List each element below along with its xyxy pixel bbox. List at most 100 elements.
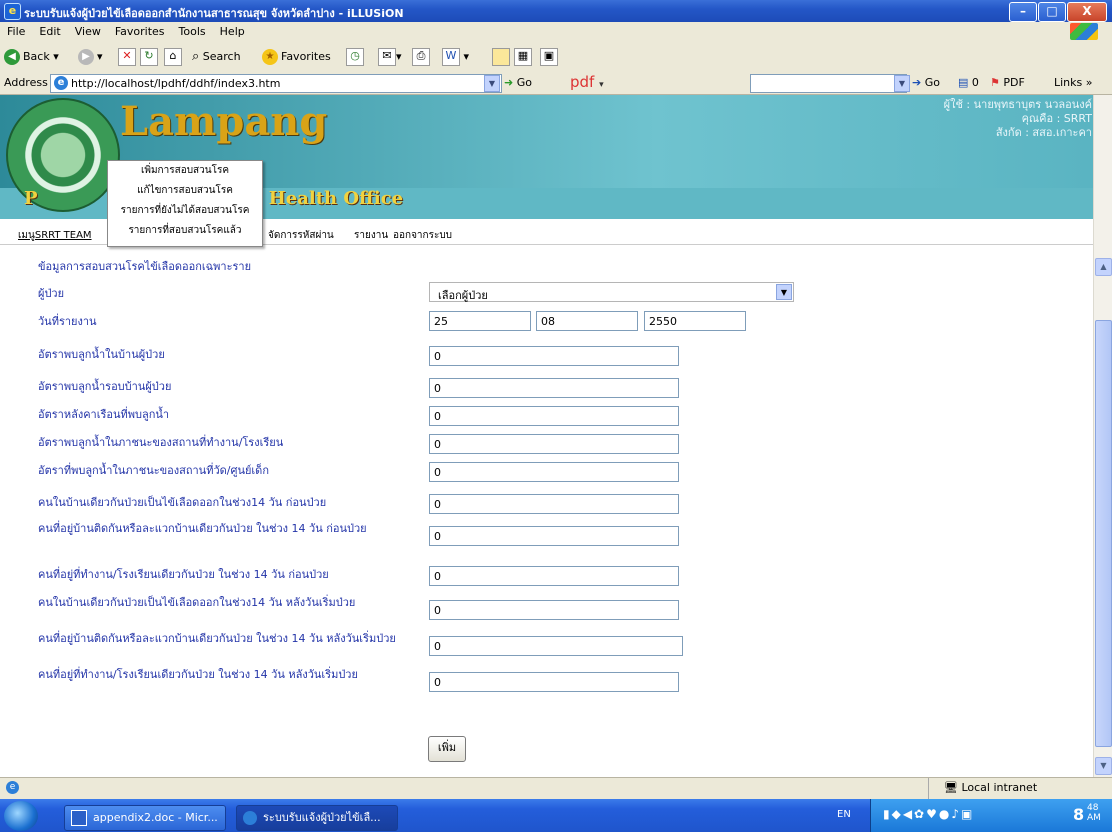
user-unit: สังกัด : สสอ.เกาะคา bbox=[995, 126, 1092, 139]
menu-done-list[interactable]: รายการที่สอบสวนโรคแล้ว bbox=[108, 221, 262, 241]
history-icon: ◷ bbox=[346, 48, 364, 66]
menu-edit[interactable]: Edit bbox=[32, 22, 67, 38]
history-button[interactable]: ◷ bbox=[346, 47, 364, 67]
print-button[interactable]: ⎙ bbox=[412, 47, 430, 67]
home-button[interactable]: ⌂ bbox=[164, 47, 182, 67]
nav-report[interactable]: รายงาน bbox=[354, 228, 388, 243]
address-bar: Address e http://localhost/lpdhf/ddhf/in… bbox=[0, 72, 1112, 95]
field-label: คนที่อยู่ที่ทำงาน/โรงเรียนเดียวกันป่วย ใ… bbox=[38, 668, 358, 681]
ie-icon: e bbox=[4, 3, 21, 20]
field-input[interactable]: 0 bbox=[429, 600, 679, 620]
field-input[interactable]: 0 bbox=[429, 566, 679, 586]
pdf-count[interactable]: ▤ 0 bbox=[958, 76, 979, 89]
field-input[interactable]: 0 bbox=[429, 378, 679, 398]
ie-task-icon bbox=[243, 811, 257, 825]
search-input[interactable] bbox=[750, 74, 907, 93]
nav-password[interactable]: จัดการรหัสผ่าน bbox=[268, 228, 334, 243]
patient-select[interactable]: เลือกผู้ป่วย ▼ bbox=[429, 282, 794, 302]
menu-favorites[interactable]: Favorites bbox=[108, 22, 172, 38]
links-button[interactable]: Links » bbox=[1054, 76, 1093, 89]
address-label: Address bbox=[4, 76, 48, 89]
tray-icons[interactable]: ▮◆◀✿♥●♪▣ bbox=[883, 807, 974, 821]
go-search-button[interactable]: ➔ Go bbox=[912, 76, 940, 89]
menu-tools[interactable]: Tools bbox=[172, 22, 213, 38]
research-icon: ▣ bbox=[540, 48, 558, 66]
start-button[interactable] bbox=[4, 801, 38, 831]
field-label: คนที่อยู่บ้านติดกันหรือละแวกบ้านเดียวกัน… bbox=[38, 522, 367, 535]
word-icon: W bbox=[442, 48, 460, 66]
title-bar[interactable]: e ระบบรับแจ้งผู้ป่วยไข้เลือดออกสำนักงานส… bbox=[0, 0, 1112, 22]
field-label: คนที่อยู่ที่ทำงาน/โรงเรียนเดียวกันป่วย ใ… bbox=[38, 568, 329, 581]
user-info: ผู้ใช้ : นายพุทธาบุตร นวลอนงค์ คุณคือ : … bbox=[944, 98, 1092, 140]
taskbar-item-ie[interactable]: ระบบรับแจ้งผู้ป่วยไข้เลื... bbox=[236, 805, 398, 831]
field-input[interactable]: 0 bbox=[429, 526, 679, 546]
address-input[interactable]: e http://localhost/lpdhf/ddhf/index3.htm bbox=[50, 74, 502, 93]
field-label: อัตราที่พบลูกน้ำในภาชนะของสถานที่วัด/ศูน… bbox=[38, 464, 269, 477]
form-heading: ข้อมูลการสอบสวนโรคไข้เลือดออกเฉพาะราย bbox=[38, 260, 252, 273]
back-button[interactable]: ◀ Back ▾ bbox=[4, 47, 59, 67]
banner-title: Lampang bbox=[120, 98, 328, 145]
scroll-down-icon[interactable]: ▼ bbox=[1095, 757, 1112, 775]
menu-view[interactable]: View bbox=[68, 22, 108, 38]
folder-icon bbox=[492, 48, 510, 66]
menu-add-investigation[interactable]: เพิ่มการสอบสวนโรค bbox=[108, 161, 262, 181]
report-date-label: วันที่รายงาน bbox=[38, 315, 97, 328]
minimize-button[interactable]: – bbox=[1009, 2, 1037, 22]
go-arrow-icon: ➜ bbox=[504, 76, 514, 89]
field-input[interactable]: 0 bbox=[429, 346, 679, 366]
refresh-icon: ↻ bbox=[140, 48, 158, 66]
edit-button[interactable]: W ▾ bbox=[442, 47, 469, 67]
field-input[interactable]: 0 bbox=[429, 636, 683, 656]
acrobat-icon: ⚑ bbox=[990, 76, 1000, 89]
pdf-dropdown[interactable]: pdf ▾ bbox=[570, 73, 604, 91]
forward-button[interactable]: ▶ ▾ bbox=[78, 47, 103, 67]
srrt-dropdown-menu: เพิ่มการสอบสวนโรค แก้ไขการสอบสวนโรค รายก… bbox=[107, 160, 263, 247]
windows-logo-icon bbox=[1070, 23, 1098, 40]
go-button[interactable]: ➜ Go bbox=[504, 76, 532, 89]
menu-file[interactable]: File bbox=[0, 22, 32, 38]
language-indicator[interactable]: EN bbox=[837, 809, 851, 820]
field-input[interactable]: 0 bbox=[429, 406, 679, 426]
menu-help[interactable]: Help bbox=[213, 22, 252, 38]
nav-menu-srrt[interactable]: เมนูSRRT TEAM bbox=[18, 228, 92, 243]
field-input[interactable]: 0 bbox=[429, 434, 679, 454]
taskbar-item-word[interactable]: appendix2.doc - Micr... bbox=[64, 805, 226, 831]
maximize-button[interactable]: □ bbox=[1038, 2, 1066, 22]
refresh-button[interactable]: ↻ bbox=[140, 47, 158, 67]
scroll-thumb[interactable] bbox=[1095, 320, 1112, 747]
mail-icon: ✉ bbox=[378, 48, 396, 66]
menu-pending-list[interactable]: รายการที่ยังไม่ได้สอบสวนโรค bbox=[108, 201, 262, 221]
back-arrow-icon: ◀ bbox=[4, 49, 20, 65]
research-button[interactable]: ▣ bbox=[540, 47, 558, 67]
date-year-input[interactable]: 2550 bbox=[644, 311, 746, 331]
pdf-button[interactable]: ⚑ PDF bbox=[990, 76, 1025, 89]
add-button[interactable]: เพิ่ม bbox=[428, 736, 466, 762]
date-day-input[interactable]: 25 bbox=[429, 311, 531, 331]
messenger-button[interactable]: ▦ bbox=[514, 47, 532, 67]
window-title: ระบบรับแจ้งผู้ป่วยไข้เลือดออกสำนักงานสาธ… bbox=[24, 7, 404, 20]
user-role: คุณคือ : SRRT bbox=[1021, 112, 1092, 125]
clock-minutes: 48 AM bbox=[1087, 803, 1101, 823]
favorites-button[interactable]: ★ Favorites bbox=[262, 47, 331, 67]
date-month-input[interactable]: 08 bbox=[536, 311, 638, 331]
search-button[interactable]: ⌕ Search bbox=[192, 47, 241, 67]
close-button[interactable]: X bbox=[1067, 2, 1107, 22]
search-icon: ⌕ bbox=[192, 49, 200, 64]
field-input[interactable]: 0 bbox=[429, 672, 679, 692]
field-input[interactable]: 0 bbox=[429, 494, 679, 514]
field-label: คนในบ้านเดียวกันป่วยเป็นไข้เลือดออกในช่ว… bbox=[38, 496, 327, 509]
menu-bar: File Edit View Favorites Tools Help bbox=[0, 22, 1112, 43]
stop-button[interactable]: ✕ bbox=[118, 47, 136, 67]
pdf-page-icon: ▤ bbox=[958, 76, 969, 89]
menu-edit-investigation[interactable]: แก้ไขการสอบสวนโรค bbox=[108, 181, 262, 201]
mail-button[interactable]: ✉ ▾ bbox=[378, 47, 402, 67]
scroll-up-icon[interactable]: ▲ bbox=[1095, 258, 1112, 276]
nav-logout[interactable]: ออกจากระบบ bbox=[393, 228, 452, 243]
discuss-button[interactable] bbox=[492, 47, 510, 67]
search-dropdown-icon[interactable]: ▼ bbox=[894, 75, 910, 92]
field-input[interactable]: 0 bbox=[429, 462, 679, 482]
toolbar: ◀ Back ▾ ▶ ▾ ✕ ↻ ⌂ ⌕ Search ★ Favorites ◷ ✉… bbox=[0, 42, 1112, 73]
address-dropdown-icon[interactable]: ▼ bbox=[484, 75, 500, 92]
field-label: อัตราหลังคาเรือนที่พบลูกน้ำ bbox=[38, 408, 170, 421]
field-label: คนที่อยู่บ้านติดกันหรือละแวกบ้านเดียวกัน… bbox=[38, 632, 396, 645]
